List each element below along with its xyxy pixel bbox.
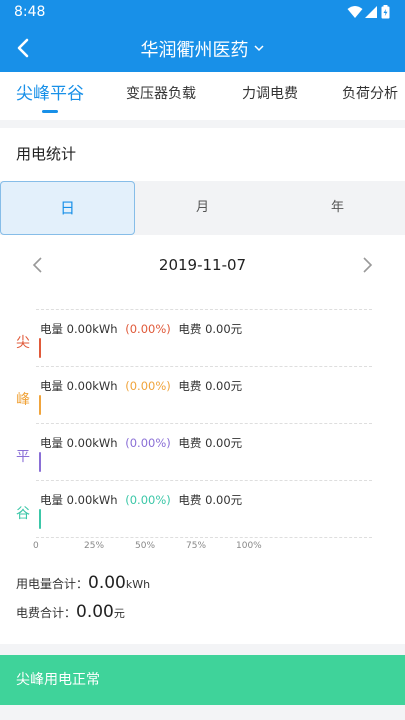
percent-value: (0.00%) (125, 379, 171, 393)
bar (39, 338, 41, 358)
row-info: 电量 0.00kWh (0.00%) 电费 0.00元 (40, 378, 242, 394)
status-banner: 尖峰用电正常 (0, 655, 405, 705)
tab-bar: 尖峰平谷 变压器负载 力调电费 负荷分析 (0, 72, 405, 120)
cost-label: 电费 (178, 322, 202, 336)
energy-label: 电量 (40, 436, 63, 450)
total-cost: 电费合计：0.00元 (16, 602, 386, 631)
status-bar: 8:48 (0, 0, 405, 24)
row-info: 电量 0.00kWh (0.00%) 电费 0.00元 (40, 435, 242, 451)
row-info: 电量 0.00kWh (0.00%) 电费 0.00元 (40, 492, 242, 508)
total-cost-label: 电费合计： (16, 606, 77, 620)
x-tick-label: 25% (84, 541, 105, 551)
category-label: 平 (16, 449, 30, 465)
signal-icon (365, 6, 377, 18)
category-label: 尖 (16, 335, 30, 351)
date-navigator: 2019-11-07 (0, 248, 405, 282)
site-selector[interactable]: 华润衢州医药 (0, 36, 405, 62)
chart-gridline (36, 537, 372, 538)
total-cost-value: 0.00 (76, 602, 114, 622)
period-year[interactable]: 年 (270, 181, 405, 235)
energy-label: 电量 (40, 379, 63, 393)
status-icons (347, 5, 393, 19)
x-tick-label: 50% (135, 541, 156, 551)
period-month[interactable]: 月 (135, 181, 270, 235)
energy-value: 0.00kWh (66, 322, 118, 336)
page-title: 华润衢州医药 (140, 40, 249, 61)
cost-label: 电费 (178, 379, 202, 393)
chart-row-jian: 尖 电量 0.00kWh (0.00%) 电费 0.00元 (0, 309, 405, 365)
energy-value: 0.00kWh (66, 493, 118, 507)
cost-value: 0.00元 (205, 379, 243, 393)
tab-power-factor-fee[interactable]: 力调电费 (226, 72, 314, 120)
app-bar: 华润衢州医药 (0, 24, 405, 72)
energy-value: 0.00kWh (66, 436, 118, 450)
total-energy-value: 0.00 (88, 573, 126, 593)
active-tab-indicator (42, 110, 58, 113)
row-info: 电量 0.00kWh (0.00%) 电费 0.00元 (40, 321, 242, 337)
chart-row-ping: 平 电量 0.00kWh (0.00%) 电费 0.00元 (0, 423, 405, 479)
tab-label: 尖峰平谷 (16, 84, 84, 104)
category-label: 峰 (16, 392, 30, 408)
chart-row-gu: 谷 电量 0.00kWh (0.00%) 电费 0.00元 (0, 480, 405, 536)
tab-label: 负荷分析 (342, 86, 398, 102)
percent-value: (0.00%) (125, 436, 171, 450)
battery-icon (381, 5, 390, 19)
cost-label: 电费 (178, 436, 202, 450)
bar (39, 395, 41, 415)
usage-statistics-card: 用电统计 日 月 年 2019-11-07 尖 电量 0.00kWh (0.00… (0, 128, 405, 644)
cost-label: 电费 (178, 493, 202, 507)
cost-value: 0.00元 (205, 322, 243, 336)
section-title: 用电统计 (16, 145, 77, 163)
chevron-down-icon (253, 45, 264, 52)
total-energy-unit: kWh (125, 578, 151, 591)
period-day[interactable]: 日 (0, 181, 135, 235)
energy-value: 0.00kWh (66, 379, 118, 393)
chart-row-feng: 峰 电量 0.00kWh (0.00%) 电费 0.00元 (0, 366, 405, 422)
x-tick-label: 0 (33, 541, 39, 551)
energy-label: 电量 (40, 493, 63, 507)
tab-peak-valley[interactable]: 尖峰平谷 (0, 72, 100, 120)
cost-value: 0.00元 (205, 493, 243, 507)
usage-chart: 尖 电量 0.00kWh (0.00%) 电费 0.00元 峰 电量 0.00k… (0, 303, 405, 563)
category-label: 谷 (16, 506, 30, 522)
tab-label: 变压器负载 (126, 86, 196, 102)
x-tick-label: 100% (236, 541, 262, 551)
tab-transformer-load[interactable]: 变压器负载 (111, 72, 211, 120)
tab-load-analysis[interactable]: 负荷分析 (330, 72, 405, 120)
total-cost-unit: 元 (113, 607, 125, 620)
bar (39, 452, 41, 472)
percent-value: (0.00%) (125, 493, 171, 507)
status-time: 8:48 (14, 4, 46, 20)
bar (39, 509, 41, 529)
percent-value: (0.00%) (125, 322, 171, 336)
energy-label: 电量 (40, 322, 63, 336)
x-axis-ticks: 0 25% 50% 75% 100% (0, 541, 405, 555)
tab-label: 力调电费 (242, 86, 298, 102)
next-date-icon[interactable] (357, 253, 377, 277)
cost-value: 0.00元 (205, 436, 243, 450)
current-date: 2019-11-07 (158, 256, 247, 274)
x-tick-label: 75% (186, 541, 207, 551)
totals: 用电量合计：0.00kWh 电费合计：0.00元 (16, 573, 386, 631)
total-energy: 用电量合计：0.00kWh (16, 573, 386, 602)
total-energy-label: 用电量合计： (16, 577, 89, 591)
wifi-icon (347, 6, 363, 18)
period-selector: 日 月 年 (0, 181, 405, 235)
